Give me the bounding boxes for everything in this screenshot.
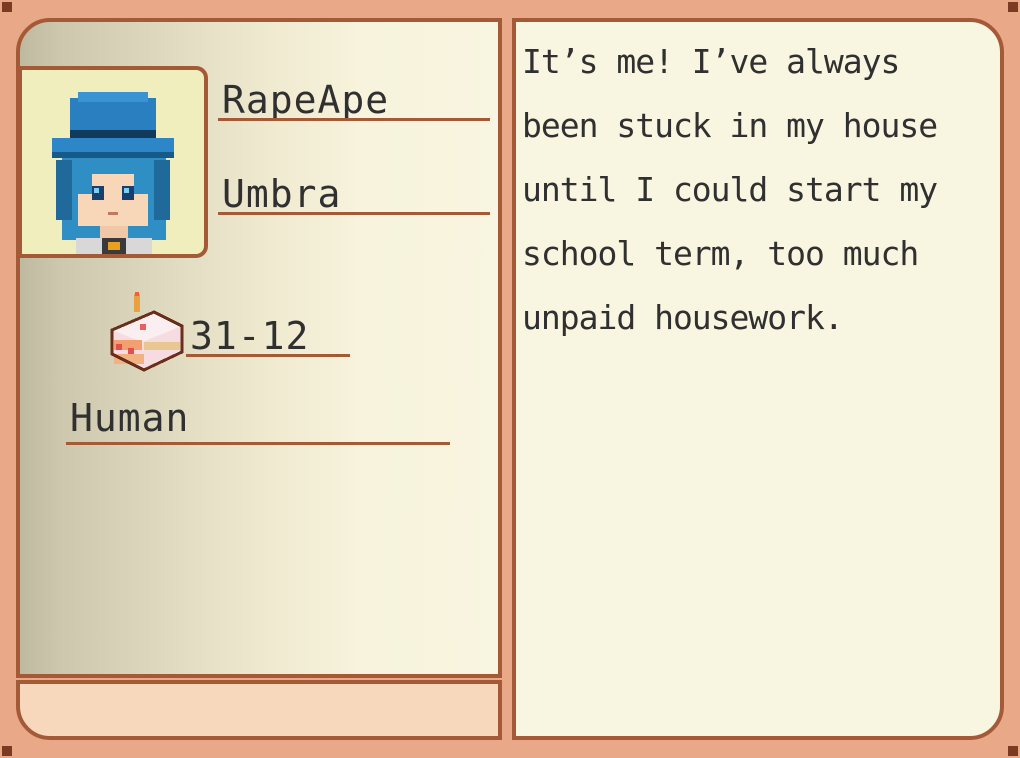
birthday-cake-icon [110,292,184,372]
bottom-strip [16,680,502,740]
trainer-name: RapeApe [222,78,390,122]
corner-stud [2,2,12,12]
birthday-value: 31-12 [190,314,310,358]
profile-description: It’s me! I’ve always been stuck in my ho… [522,42,938,337]
trainer-portrait-icon [52,92,174,254]
corner-stud [1008,746,1018,756]
portrait-frame [18,66,208,258]
species-underline [66,442,450,445]
corner-stud [2,746,12,756]
name-underline [218,118,490,121]
birthday-underline [186,354,350,357]
species-value: Human [70,396,190,440]
nickname-underline [218,212,490,215]
corner-stud [1008,2,1018,12]
trainer-nickname: Umbra [222,172,342,216]
profile-card-frame: RapeApe Umbra 31-12 Human It’s me! I’ve … [0,0,1020,758]
